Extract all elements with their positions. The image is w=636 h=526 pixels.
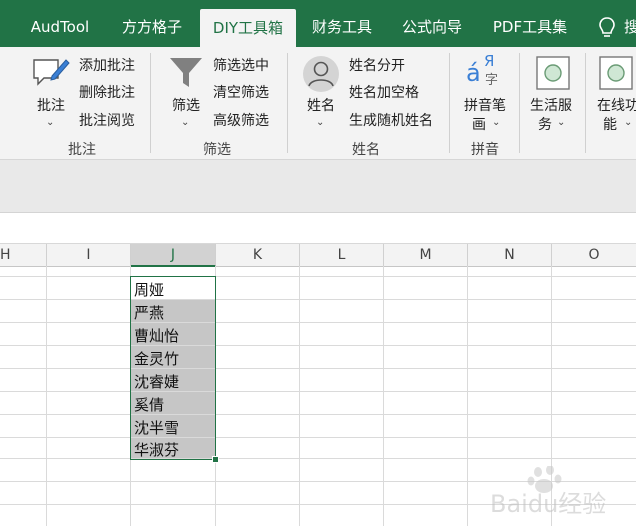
filter-button[interactable]: 筛选 <box>172 95 200 115</box>
review-comment-button[interactable]: 批注阅览 <box>79 110 135 130</box>
row-line <box>0 437 636 438</box>
online-features-button[interactable]: 在线功 <box>597 95 636 115</box>
pinyin-group-label: 拼音 <box>471 142 499 158</box>
row-line <box>0 345 636 346</box>
name-button[interactable]: 姓名 <box>307 95 335 115</box>
split-name-button[interactable]: 姓名分开 <box>349 55 405 75</box>
tab-pdf-tools[interactable]: PDF工具集 <box>482 8 578 47</box>
life-services-icon <box>536 56 570 90</box>
funnel-icon <box>170 58 202 87</box>
row-line <box>0 368 636 369</box>
filter-chevron-icon[interactable]: ⌄ <box>181 117 189 128</box>
column-header-j[interactable]: J <box>131 244 216 267</box>
column-line <box>467 266 468 526</box>
baidu-jingyan-watermark: Baidu经验 <box>490 466 606 518</box>
row-line <box>0 458 636 459</box>
advanced-filter-button[interactable]: 高级筛选 <box>213 110 269 130</box>
name-add-space-button[interactable]: 姓名加空格 <box>349 82 419 102</box>
life-services-button-line2[interactable]: 务 <box>538 114 552 134</box>
comment-pen-icon <box>33 59 70 86</box>
group-divider <box>287 53 288 153</box>
row-line <box>0 322 636 323</box>
random-name-button[interactable]: 生成随机姓名 <box>349 110 433 130</box>
annotate-button[interactable]: 批注 <box>37 95 65 115</box>
lightbulb-icon[interactable] <box>597 16 617 40</box>
delete-comment-button[interactable]: 删除批注 <box>79 82 135 102</box>
column-header-h[interactable]: H <box>0 244 47 266</box>
row-line <box>0 299 636 300</box>
column-line <box>383 266 384 526</box>
person-avatar-icon <box>303 56 339 92</box>
column-header-n[interactable]: N <box>468 244 552 266</box>
group-divider <box>585 53 586 153</box>
svg-text:Baidu经验: Baidu经验 <box>490 490 606 518</box>
annotate-group-label: 批注 <box>68 142 96 158</box>
life-services-button[interactable]: 生活服 <box>530 95 572 115</box>
tab-diy-toolbox[interactable]: DIY工具箱 <box>200 9 296 47</box>
column-header-m[interactable]: M <box>384 244 468 266</box>
life-services-chevron-icon[interactable]: ⌄ <box>557 117 565 128</box>
group-divider <box>150 53 151 153</box>
tab-formula-wizard[interactable]: 公式向导 <box>392 8 472 47</box>
column-header-o[interactable]: O <box>552 244 636 266</box>
ribbon-tab-bar: AudTool 方方格子 DIY工具箱 财务工具 公式向导 PDF工具集 搜 <box>0 0 636 47</box>
formula-bar-area <box>0 160 636 213</box>
row-line <box>0 391 636 392</box>
online-features-icon <box>599 56 633 90</box>
pinyin-stroke-button-line2[interactable]: 画 <box>472 114 486 134</box>
ribbon-panel: 批注 ⌄ 添加批注 删除批注 批注阅览 批注 筛选 ⌄ 筛选选中 清空筛选 高级… <box>0 47 636 160</box>
pinyin-chevron-icon[interactable]: ⌄ <box>492 117 500 128</box>
tab-search[interactable]: 搜 <box>624 8 636 47</box>
column-line <box>299 266 300 526</box>
column-line <box>46 266 47 526</box>
add-comment-button[interactable]: 添加批注 <box>79 55 135 75</box>
online-features-button-line2[interactable]: 能 <box>603 114 617 134</box>
name-chevron-icon[interactable]: ⌄ <box>316 117 324 128</box>
tab-audtool[interactable]: AudTool <box>18 8 102 47</box>
filter-group-label: 筛选 <box>203 142 231 158</box>
selection-border <box>130 276 216 460</box>
column-header-row: H I J K L M N O <box>0 243 636 267</box>
column-header-i[interactable]: I <box>47 244 131 266</box>
clear-filter-button[interactable]: 清空筛选 <box>213 82 269 102</box>
group-divider <box>519 53 520 153</box>
pinyin-stroke-button[interactable]: 拼音笔 <box>464 95 506 115</box>
annotate-chevron-icon[interactable]: ⌄ <box>46 117 54 128</box>
tab-fangfang-gezi[interactable]: 方方格子 <box>110 8 194 47</box>
filter-selected-button[interactable]: 筛选选中 <box>213 55 269 75</box>
column-header-l[interactable]: L <box>300 244 384 266</box>
column-header-k[interactable]: K <box>216 244 300 266</box>
online-features-chevron-icon[interactable]: ⌄ <box>624 117 632 128</box>
name-group-label: 姓名 <box>352 142 380 158</box>
row-line <box>0 414 636 415</box>
fill-handle[interactable] <box>212 456 219 463</box>
tab-finance-tools[interactable]: 财务工具 <box>302 8 382 47</box>
row-line <box>0 276 636 277</box>
group-divider <box>449 53 450 153</box>
